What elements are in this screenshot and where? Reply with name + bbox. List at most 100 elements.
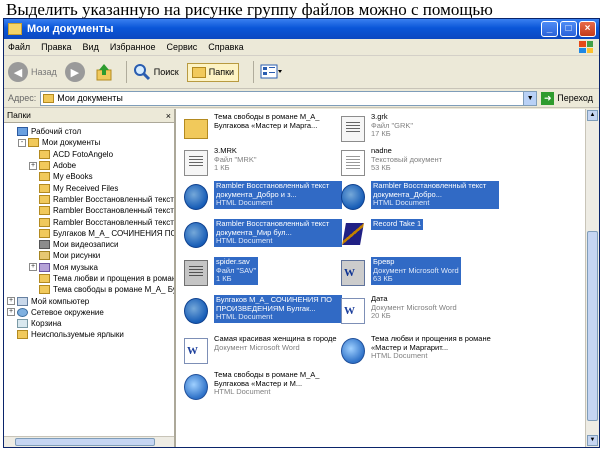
tree-item[interactable]: Неиспользуемые ярлыки: [4, 329, 174, 340]
file-details: 20 КБ: [371, 311, 391, 321]
scroll-thumb[interactable]: [587, 231, 598, 421]
back-button[interactable]: ◀ Назад: [8, 62, 57, 82]
file-item[interactable]: Record Take 1: [341, 219, 501, 255]
scroll-thumb[interactable]: [15, 438, 155, 446]
search-button[interactable]: Поиск: [133, 63, 179, 81]
tree-item-label: My eBooks: [53, 172, 93, 182]
menu-tools[interactable]: Сервис: [166, 42, 197, 52]
expand-icon[interactable]: +: [7, 297, 15, 306]
back-arrow-icon: ◀: [8, 62, 28, 82]
tree-item[interactable]: Мои рисунки: [4, 250, 174, 261]
chevron-down-icon[interactable]: ▼: [523, 91, 537, 105]
file-label: nadne Текстовый документ 53 КБ: [371, 147, 442, 173]
file-label: Rambler Восстановленный текст документа_…: [214, 181, 342, 209]
title-bar[interactable]: Мои документы _ □ ×: [4, 19, 599, 39]
file-item[interactable]: БреврДокумент Microsoft Word63 КБ: [341, 257, 501, 293]
minimize-button[interactable]: _: [541, 21, 558, 37]
tree-item[interactable]: Rambler Восстановленный текст: [4, 205, 174, 216]
maximize-button[interactable]: □: [560, 21, 577, 37]
file-item[interactable]: ДатаДокумент Microsoft Word20 КБ: [341, 295, 501, 331]
address-value: Мои документы: [57, 93, 123, 103]
folder-icon: [39, 172, 50, 182]
menu-file[interactable]: Файл: [8, 42, 30, 52]
tree-item-label: Тема свободы в романе М_А_ Бу: [53, 285, 174, 295]
toolbar-separator: [253, 61, 255, 83]
close-icon[interactable]: ×: [166, 110, 171, 123]
file-label: Самая красивая женщина в городе Документ …: [214, 335, 337, 352]
file-item[interactable]: Rambler Восстановленный текст документа_…: [184, 219, 344, 255]
tree-item[interactable]: Тема любви и прощения в романе: [4, 273, 174, 284]
tree-item[interactable]: + Сетевое окружение: [4, 307, 174, 318]
views-button[interactable]: [260, 64, 283, 80]
expand-icon[interactable]: +: [29, 161, 37, 170]
music-icon: [39, 262, 50, 272]
search-icon: [133, 64, 150, 81]
menu-help[interactable]: Справка: [208, 42, 243, 52]
menu-favorites[interactable]: Избранное: [110, 42, 156, 52]
tree-item[interactable]: + Мой компьютер: [4, 295, 174, 306]
tree-item[interactable]: Булгаков М_А_ СОЧИНЕНИЯ ПО: [4, 228, 174, 239]
close-button[interactable]: ×: [579, 21, 596, 37]
file-item[interactable]: Rambler Восстановленный текст документа_…: [341, 181, 501, 217]
horizontal-scrollbar[interactable]: [4, 436, 174, 447]
star-icon: [17, 330, 28, 340]
scroll-up-icon[interactable]: ▲: [587, 110, 598, 121]
doc-file-icon: [341, 260, 365, 286]
file-item[interactable]: Тема свободы в романе М_А_ Булгакова «Ма…: [184, 113, 344, 149]
folder-icon: [39, 206, 50, 216]
file-item[interactable]: spider.sav Файл "SAV" 1 КБ: [184, 257, 344, 293]
gen-file-icon: [341, 116, 365, 142]
tree-item[interactable]: Rambler Восстановленный текст: [4, 194, 174, 205]
tree-item[interactable]: Рабочий стол: [4, 126, 174, 137]
html-file-icon: [341, 338, 365, 364]
up-button[interactable]: [96, 63, 112, 81]
scroll-down-icon[interactable]: ▼: [587, 435, 598, 446]
doc-file-icon: [341, 298, 365, 324]
html-file-icon: [184, 184, 208, 210]
folder-icon: [8, 23, 22, 35]
explorer-body: Папки × Рабочий стол - Мои документы ACD Fo…: [4, 109, 599, 447]
folders-button[interactable]: Папки: [186, 62, 240, 82]
file-item[interactable]: Тема свободы в романе М_А_ Булгакова «Ма…: [184, 371, 344, 407]
html-file-icon: [184, 374, 208, 400]
file-details: HTML Document: [371, 351, 428, 361]
folder-icon: [39, 217, 50, 227]
tree-item[interactable]: Мои видеозаписи: [4, 239, 174, 250]
file-item[interactable]: 3.MRK Файл "MRK" 1 КБ: [184, 147, 344, 183]
file-item[interactable]: Самая красивая женщина в городеДокумент …: [184, 335, 344, 371]
tree-item[interactable]: Тема свободы в романе М_А_ Бу: [4, 284, 174, 295]
tree-item[interactable]: - Мои документы: [4, 137, 174, 148]
address-input[interactable]: Мои документы ▼: [40, 90, 538, 106]
tree-item[interactable]: Rambler Восстановленный текст: [4, 216, 174, 227]
vertical-scrollbar[interactable]: ▲ ▼: [585, 109, 599, 447]
tree-item[interactable]: My eBooks: [4, 171, 174, 182]
tree-item[interactable]: + Моя музыка: [4, 262, 174, 273]
file-item[interactable]: Булгаков М_А_ СОЧИНЕНИЯ ПО ПРОИЗВЕДЕНИЯМ…: [184, 295, 344, 331]
file-item[interactable]: Тема любви и прощения в романе «Мастер и…: [341, 335, 501, 371]
file-details: 1 КБ: [214, 163, 230, 173]
toolbar-separator: [125, 61, 127, 83]
file-item[interactable]: nadne Текстовый документ 53 КБ: [341, 147, 501, 183]
menu-view[interactable]: Вид: [83, 42, 99, 52]
file-item[interactable]: 3.grk Файл "GRK" 17 КБ: [341, 113, 501, 149]
tree-item[interactable]: My Received Files: [4, 182, 174, 193]
tree-item[interactable]: + Adobe: [4, 160, 174, 171]
expand-icon[interactable]: +: [7, 308, 15, 317]
tree-item-label: Rambler Восстановленный текст: [53, 206, 174, 216]
collapse-icon[interactable]: -: [18, 138, 26, 147]
go-button[interactable]: ➜ Переход: [541, 91, 593, 105]
expand-icon[interactable]: +: [29, 263, 37, 272]
tree-item-label: Rambler Восстановленный текст: [53, 217, 174, 227]
tree-item[interactable]: ACD FotoAngelo: [4, 149, 174, 160]
window-title: Мои документы: [27, 23, 114, 35]
file-label: 3.grk Файл "GRK" 17 КБ: [371, 113, 413, 139]
tree-item-label: Мои видеозаписи: [53, 240, 119, 250]
tree-item-label: Неиспользуемые ярлыки: [31, 330, 124, 340]
tree-item[interactable]: Корзина: [4, 318, 174, 329]
file-details: HTML Document: [373, 198, 430, 208]
comp-icon: [17, 296, 28, 306]
toolbar: ◀ Назад ▶ Поиск Папки: [4, 56, 599, 89]
forward-button[interactable]: ▶: [64, 62, 88, 82]
file-item[interactable]: Rambler Восстановленный текст документа_…: [184, 181, 344, 217]
menu-edit[interactable]: Правка: [41, 42, 71, 52]
